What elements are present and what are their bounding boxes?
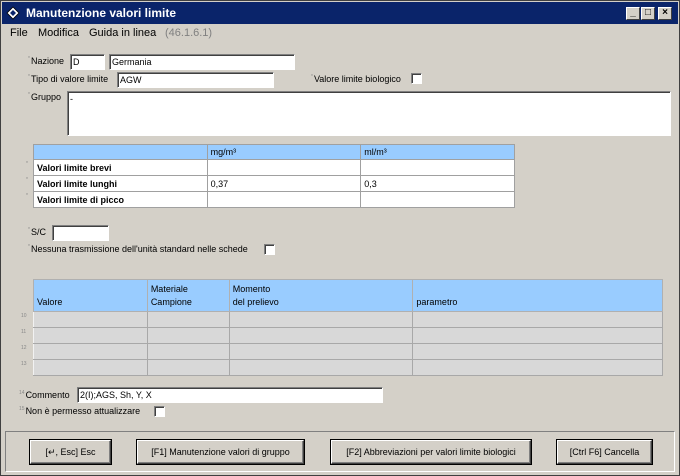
grid-row-number: 12 [21,345,27,351]
table-row[interactable] [33,359,663,376]
limits-row-label: Valori limite di picco [33,191,208,208]
close-icon: × [662,7,668,18]
grid-cell[interactable] [228,327,414,344]
grid-cell[interactable] [228,343,414,360]
limits-row-label: Valori limite brevi [33,159,208,176]
commento-input[interactable]: 2(I);AGS, Sh, Y, X [77,387,383,403]
grid-cell[interactable] [228,311,414,328]
nessuna-checkbox[interactable] [264,244,275,255]
grid-cell[interactable] [33,359,148,376]
grid-cell[interactable] [412,343,663,360]
gruppo-label: *Gruppo [28,92,61,102]
nazione-code-input[interactable]: D [70,54,105,70]
maximize-button[interactable]: □ [641,7,655,20]
limits-cell-mg[interactable] [206,159,362,176]
esc-button[interactable]: [↵, Esc] Esc [30,440,111,464]
grid-cell[interactable] [412,327,663,344]
grid-header-parametro[interactable]: parametro [412,279,663,312]
row-marker: * [26,193,28,199]
tipo-input[interactable]: AGW [117,72,274,88]
window-title: Manutenzione valori limite [26,6,177,20]
minimize-icon: _ [630,7,636,18]
main-window: Manutenzione valori limite _ □ × File Mo… [0,0,680,476]
grid-row-number: 13 [21,361,27,367]
non-permesso-checkbox[interactable] [154,406,165,417]
row-marker: * [26,161,28,167]
limits-header-mg: mg/m³ [206,144,362,160]
sc-label: *S/C [28,227,46,237]
grid-row-number: 11 [21,329,27,335]
grid-cell[interactable] [146,327,230,344]
limits-row-label: Valori limite lunghi [33,175,208,192]
title-bar[interactable]: Manutenzione valori limite _ □ × [2,2,678,24]
grid-cell[interactable] [33,343,148,360]
samples-grid: Valore Materiale Campione Momento del prel… [33,279,663,376]
limits-header-empty [33,144,208,160]
grid-header-line1: Momento [232,284,271,294]
grid-cell[interactable] [33,311,148,328]
menu-guida[interactable]: Guida in linea [89,27,156,39]
menu-bar: File Modifica Guida in linea (46.1.6.1) [1,25,677,43]
group-maintenance-button[interactable]: [F1] Manutenzione valori di gruppo [137,440,304,464]
grid-header-line2: del prelievo [232,297,279,307]
limits-cell-ml[interactable] [360,191,515,208]
grid-cell[interactable] [146,311,230,328]
table-row[interactable] [33,327,663,344]
menu-file[interactable]: File [10,27,28,39]
limits-header-row: mg/m³ ml/m³ [33,144,515,160]
table-row[interactable] [33,311,663,328]
limits-header-ml: ml/m³ [360,144,515,160]
biological-abbreviations-button[interactable]: [F2] Abbreviazioni per valori limite bio… [331,440,531,464]
table-row[interactable] [33,343,663,360]
nazione-label: *Nazione [28,56,64,66]
grid-cell[interactable] [33,327,148,344]
grid-row-number: 10 [21,313,27,319]
limits-cell-mg[interactable]: 0,37 [206,175,362,192]
limits-table: mg/m³ ml/m³ Valori limite brevi Valori l… [33,144,515,208]
nazione-name-input[interactable]: Germania [109,54,295,70]
grid-header-materiale[interactable]: Materiale Campione [146,279,230,312]
biologico-checkbox[interactable] [411,73,422,84]
commento-label: 14Commento [19,390,70,400]
menu-modifica[interactable]: Modifica [38,27,79,39]
nessuna-label: *Nessuna trasmissione dell'unità standar… [28,244,248,254]
grid-header-momento[interactable]: Momento del prelievo [228,279,414,312]
grid-header-line2: Valore [37,297,63,307]
table-row: Valori limite brevi [33,159,515,176]
cancel-button[interactable]: [Ctrl F6] Cancella [557,440,652,464]
grid-header-valore[interactable]: Valore [33,279,148,312]
grid-cell[interactable] [228,359,414,376]
grid-cell[interactable] [146,359,230,376]
limits-cell-ml[interactable] [360,159,515,176]
app-icon [6,6,20,20]
gruppo-textarea[interactable]: - [67,91,671,136]
grid-header-line2: parametro [416,297,458,307]
grid-header-line2: Campione [150,297,192,307]
tipo-label: *Tipo di valore limite [28,74,109,84]
biologico-label: *Valore limite biologico [311,74,401,84]
non-permesso-label: 15Non è permesso attualizzare [19,406,141,416]
maximize-icon: □ [644,7,652,18]
table-row: Valori limite di picco [33,191,515,208]
grid-cell[interactable] [146,343,230,360]
version-label: (46.1.6.1) [165,27,213,39]
limits-cell-mg[interactable] [206,191,362,208]
grid-header-row: Valore Materiale Campione Momento del prel… [33,279,663,312]
grid-cell[interactable] [412,359,663,376]
grid-cell[interactable] [412,311,663,328]
row-marker: * [26,177,28,183]
close-button[interactable]: × [658,7,672,20]
limits-cell-ml[interactable]: 0,3 [360,175,515,192]
grid-header-line1: Materiale [150,284,188,294]
table-row: Valori limite lunghi 0,37 0,3 [33,175,515,192]
sc-input[interactable] [52,225,109,241]
minimize-button[interactable]: _ [626,7,640,20]
